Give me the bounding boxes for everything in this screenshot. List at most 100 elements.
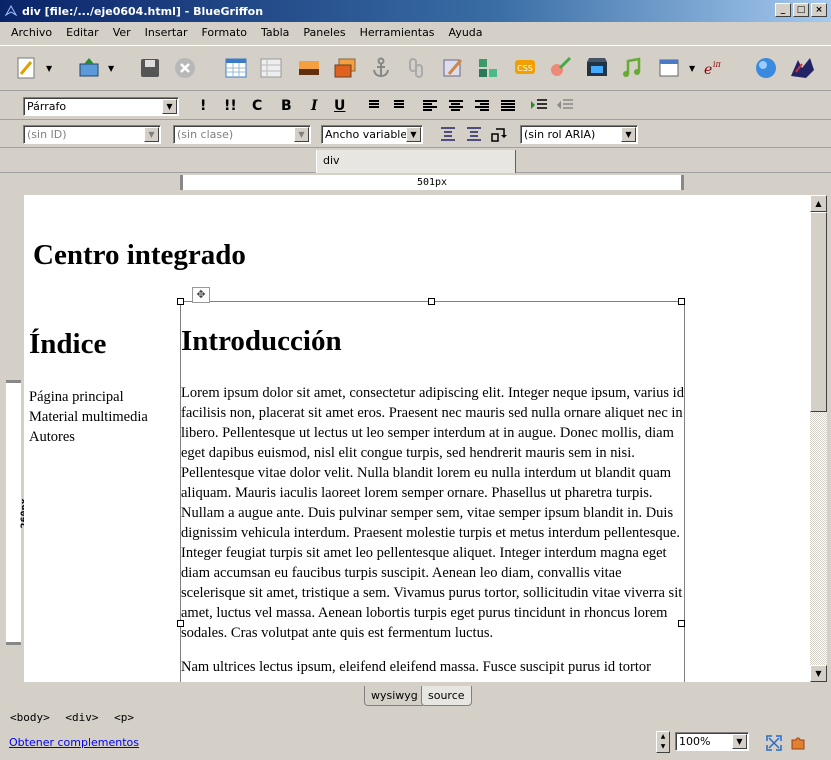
menu-paneles[interactable]: Paneles	[296, 26, 352, 39]
window-title: div [file:/.../eje0604.html] - BlueGriff…	[22, 4, 264, 18]
resize-handle-nw[interactable]	[177, 298, 184, 305]
window-dropdown-icon[interactable]: ▼	[689, 64, 695, 73]
menu-ver[interactable]: Ver	[106, 26, 138, 39]
horizontal-ruler[interactable]: 501px	[180, 175, 684, 190]
menu-ayuda[interactable]: Ayuda	[442, 26, 490, 39]
breadcrumb-p[interactable]: <p>	[114, 711, 134, 724]
emphasis-button[interactable]: !	[200, 98, 206, 114]
menu-formato[interactable]: Formato	[195, 26, 255, 39]
minimize-button[interactable]: _	[775, 3, 791, 17]
resize-handle-n[interactable]	[428, 298, 435, 305]
bluegriffon-logo-icon	[791, 58, 814, 78]
save-icon[interactable]	[138, 56, 162, 80]
aria-role-select[interactable]: (sin rol ARIA) ▼	[520, 125, 638, 144]
move-handle-icon[interactable]: ✥	[192, 287, 210, 303]
italic-button[interactable]: I	[311, 98, 318, 114]
preview-browser-icon[interactable]	[754, 56, 778, 80]
indent-icon[interactable]	[530, 98, 548, 112]
fullscreen-icon[interactable]	[766, 735, 782, 751]
code-button[interactable]: C	[252, 98, 262, 114]
paragraph-2[interactable]: Nam ultrices lectus ipsum, eleifend elei…	[181, 657, 685, 677]
wysiwyg-mode-tab[interactable]: wysiwyg	[364, 686, 425, 706]
scroll-thumb[interactable]	[810, 212, 827, 412]
valign-bottom-icon[interactable]	[466, 127, 482, 141]
chevron-down-icon: ▼	[406, 127, 421, 142]
breadcrumb-div[interactable]: <div>	[65, 711, 98, 724]
wysiwyg-editor[interactable]: Centro integrado Índice Página principal…	[24, 195, 810, 682]
id-select[interactable]: (sin ID) ▼	[23, 125, 161, 144]
class-select[interactable]: (sin clase) ▼	[173, 125, 311, 144]
chevron-down-icon: ▼	[144, 127, 159, 142]
align-center-icon[interactable]	[449, 100, 463, 112]
nav-link-home[interactable]: Página principal	[29, 387, 148, 407]
chevron-down-icon: ▼	[621, 127, 636, 142]
menu-tabla[interactable]: Tabla	[254, 26, 296, 39]
menu-archivo[interactable]: Archivo	[4, 26, 59, 39]
anchor-icon[interactable]	[369, 56, 393, 80]
nav-link-authors[interactable]: Autores	[29, 427, 148, 447]
zoom-select[interactable]: 100% ▼	[675, 732, 749, 751]
images-icon[interactable]	[333, 56, 357, 80]
paragraph-1[interactable]: Lorem ipsum dolor sit amet, consectetur …	[181, 383, 685, 643]
addons-puzzle-icon[interactable]	[789, 734, 807, 752]
align-right-icon[interactable]	[475, 100, 489, 112]
chevron-down-icon: ▼	[162, 99, 177, 114]
bold-button[interactable]: B	[281, 98, 292, 114]
maximize-button[interactable]: □	[793, 3, 809, 17]
outdent-icon[interactable]	[556, 98, 574, 112]
math-formula-icon[interactable]: e iπ	[702, 56, 726, 80]
vertical-ruler[interactable]: 260px	[6, 380, 31, 645]
menu-editar[interactable]: Editar	[59, 26, 106, 39]
open-dropdown-icon[interactable]: ▼	[108, 64, 114, 73]
nav-links: Página principal Material multimedia Aut…	[29, 387, 148, 447]
valign-top-icon[interactable]	[440, 127, 456, 141]
image-icon[interactable]	[297, 56, 321, 80]
source-mode-tab[interactable]: source	[421, 686, 472, 706]
width-mode-value: Ancho variable	[325, 128, 408, 141]
stop-icon[interactable]	[173, 56, 197, 80]
css-icon[interactable]: CSS	[513, 56, 537, 80]
resize-handle-ne[interactable]	[678, 298, 685, 305]
scroll-down-icon[interactable]: ▼	[810, 665, 827, 682]
nav-link-multimedia[interactable]: Material multimedia	[29, 407, 148, 427]
vertical-scrollbar[interactable]: ▲ ▼	[810, 195, 827, 682]
section-heading: Introducción	[181, 325, 342, 357]
get-addons-link[interactable]: Obtener complementos	[9, 736, 139, 749]
blocks-icon[interactable]	[476, 56, 500, 80]
close-button[interactable]: ×	[811, 3, 827, 17]
paragraph-style-select[interactable]: Párrafo ▼	[23, 97, 179, 116]
width-mode-select[interactable]: Ancho variable ▼	[321, 125, 423, 144]
link-icon[interactable]	[404, 56, 428, 80]
svg-text:CSS: CSS	[517, 64, 533, 73]
video-icon[interactable]	[585, 56, 609, 80]
zoom-value: 100%	[679, 735, 711, 748]
document-tab[interactable]: div	[316, 150, 516, 173]
numbered-list-icon[interactable]	[390, 100, 404, 112]
edit-icon[interactable]	[441, 56, 465, 80]
chevron-down-icon: ▼	[294, 127, 309, 142]
open-icon[interactable]	[77, 56, 101, 80]
menu-insertar[interactable]: Insertar	[138, 26, 195, 39]
bullet-list-icon[interactable]	[365, 100, 379, 112]
document-tab-label: div	[323, 154, 340, 167]
menu-herramientas[interactable]: Herramientas	[353, 26, 442, 39]
horizontal-ruler-label: 501px	[416, 177, 448, 188]
justify-icon[interactable]	[501, 100, 515, 112]
scroll-up-icon[interactable]: ▲	[810, 195, 827, 212]
rotate-icon[interactable]	[491, 126, 507, 142]
underline-button[interactable]: U	[334, 98, 345, 114]
svg-text:iπ: iπ	[713, 60, 722, 69]
breadcrumb-body[interactable]: <body>	[10, 711, 50, 724]
new-dropdown-icon[interactable]: ▼	[46, 64, 52, 73]
audio-icon[interactable]	[620, 56, 644, 80]
bluegriffon-app-icon	[4, 4, 18, 17]
zoom-spinner[interactable]: ▲ ▼	[656, 731, 670, 753]
form-icon[interactable]	[259, 56, 283, 80]
new-document-icon[interactable]	[14, 56, 38, 80]
table-icon[interactable]	[224, 56, 248, 80]
window-icon[interactable]	[657, 56, 681, 80]
align-left-icon[interactable]	[423, 100, 437, 112]
site-title: Centro integrado	[33, 239, 246, 271]
style-properties-icon[interactable]	[548, 56, 572, 80]
strong-emphasis-button[interactable]: !!	[224, 98, 237, 114]
